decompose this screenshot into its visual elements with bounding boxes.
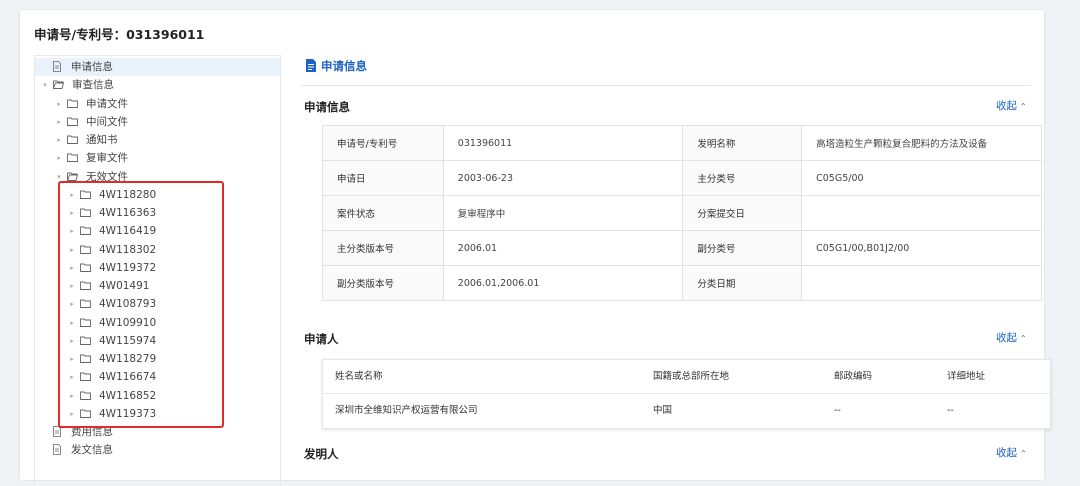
field-value: 2006.01,2006.01 <box>442 265 684 301</box>
field-label: 案件状态 <box>322 195 444 231</box>
folder-icon <box>67 135 78 144</box>
tree-item-label: 发文信息 <box>71 444 113 457</box>
table-row: 申请号/专利号 031396011 发明名称 高塔造粒生产颗粒复合肥料的方法及设备 <box>322 125 1042 161</box>
tree-item[interactable]: ▸ 通知书 <box>35 131 280 149</box>
field-value <box>801 265 1042 301</box>
folder-open-icon <box>53 80 64 90</box>
field-label: 申请号/专利号 <box>322 125 444 161</box>
applicant-table: 姓名或名称 国籍或总部所在地 邮政编码 详细地址 深圳市全维知识产权运营有限公司… <box>322 359 1051 429</box>
section-title-applicant: 申请人 <box>304 332 339 346</box>
column-header: 邮政编码 <box>834 371 873 382</box>
caret-right-icon[interactable]: ▸ <box>55 113 63 131</box>
folder-icon <box>67 153 78 163</box>
field-label: 主分类号 <box>682 160 803 196</box>
section-title-application: 申请信息 <box>304 100 350 114</box>
table-row: 案件状态 复审程序中 分案提交日 <box>322 195 1042 231</box>
tree-item[interactable]: ▾ 审查信息 <box>35 76 280 94</box>
applicant-country: 中国 <box>653 405 673 416</box>
field-value: 031396011 <box>442 125 684 161</box>
tree-item[interactable]: ▸ 中间文件 <box>35 113 280 131</box>
field-label: 分类日期 <box>682 265 803 301</box>
file-icon <box>53 444 61 456</box>
highlight-box <box>58 181 224 428</box>
chevron-up-icon: ⌃ <box>1020 449 1027 458</box>
tree-item[interactable]: ▸ 复审文件 <box>35 149 280 167</box>
field-value: 2006.01 <box>442 230 684 266</box>
tree-item-label: 中间文件 <box>86 115 128 128</box>
tree-item[interactable]: 发文信息 <box>35 441 280 459</box>
divider <box>302 85 1031 86</box>
document-icon <box>306 59 316 72</box>
caret-right-icon[interactable]: ▸ <box>55 131 63 149</box>
folder-icon <box>67 117 78 126</box>
collapse-applicant-button[interactable]: 收起 ⌃ <box>996 330 1027 345</box>
field-value: 2003-06-23 <box>442 160 684 196</box>
tree-item-label: 申请信息 <box>71 61 113 73</box>
table-row: 副分类版本号 2006.01,2006.01 分类日期 <box>322 265 1042 301</box>
field-label: 主分类版本号 <box>322 230 444 266</box>
table-row: 主分类版本号 2006.01 副分类号 C05G1/00,B01J2/00 <box>322 230 1042 266</box>
tree-item-label: 审查信息 <box>72 79 114 92</box>
field-value <box>801 195 1042 231</box>
folder-icon <box>67 99 78 108</box>
applicant-name: 深圳市全维知识产权运营有限公司 <box>335 405 478 416</box>
applicant-postcode: -- <box>834 405 841 416</box>
tree-item[interactable]: ▸ 申请文件 <box>35 95 280 113</box>
page-title: 申请号/专利号：031396011 <box>34 27 205 42</box>
tree-item-label: 申请文件 <box>86 97 128 110</box>
folder-open-icon <box>67 172 78 181</box>
tree-item-label: 通知书 <box>86 134 118 146</box>
caret-right-icon[interactable]: ▸ <box>55 95 63 113</box>
field-value: C05G5/00 <box>801 160 1042 196</box>
table-row: 深圳市全维知识产权运营有限公司 中国 -- -- <box>323 394 1050 427</box>
field-value: C05G1/00,B01J2/00 <box>801 230 1042 266</box>
field-label: 副分类版本号 <box>322 265 444 301</box>
tree-item[interactable]: 申请信息 <box>35 58 280 76</box>
chevron-up-icon: ⌃ <box>1020 334 1027 343</box>
caret-down-icon[interactable]: ▾ <box>41 76 49 94</box>
field-value: 高塔造粒生产颗粒复合肥料的方法及设备 <box>801 125 1042 161</box>
collapse-application-button[interactable]: 收起 ⌃ <box>996 98 1027 113</box>
column-header: 详细地址 <box>947 371 986 382</box>
application-info-table: 申请号/专利号 031396011 发明名称 高塔造粒生产颗粒复合肥料的方法及设备 申请… <box>322 125 1042 301</box>
applicant-address: -- <box>947 405 954 416</box>
table-row: 申请日 2003-06-23 主分类号 C05G5/00 <box>322 160 1042 196</box>
file-icon <box>53 61 61 72</box>
column-header: 姓名或名称 <box>335 371 383 382</box>
tree-item-label: 复审文件 <box>86 152 128 165</box>
field-label: 分案提交日 <box>682 195 803 231</box>
field-value: 复审程序中 <box>442 195 684 231</box>
field-label: 副分类号 <box>682 230 803 266</box>
field-label: 申请日 <box>322 160 444 196</box>
field-label: 发明名称 <box>682 125 803 161</box>
column-header: 国籍或总部所在地 <box>653 371 730 382</box>
section-title-inventor: 发明人 <box>304 447 339 461</box>
chevron-up-icon: ⌃ <box>1020 102 1027 111</box>
caret-right-icon[interactable]: ▸ <box>55 149 63 167</box>
table-header-row: 姓名或名称 国籍或总部所在地 邮政编码 详细地址 <box>323 360 1050 394</box>
